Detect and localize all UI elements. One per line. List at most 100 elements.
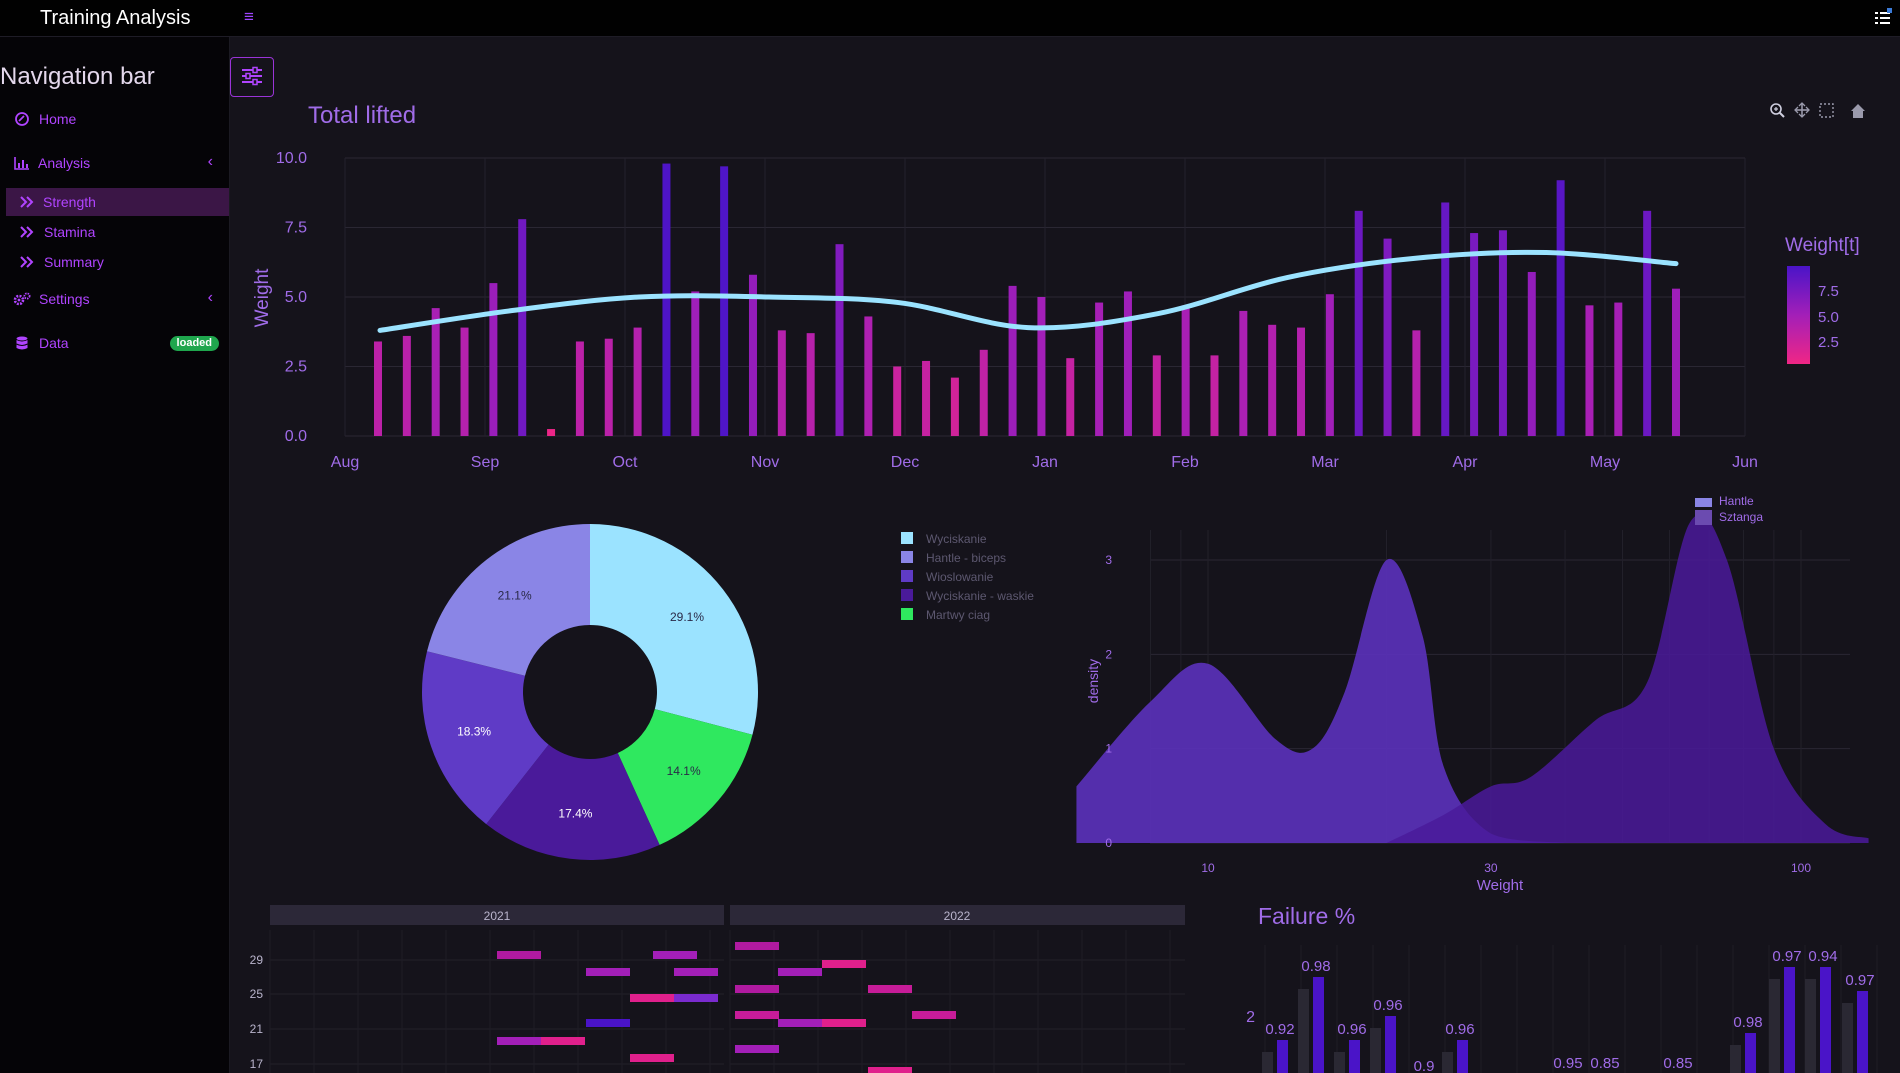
main-content: Total lifted Weight 0.0 2.5 5.0 7.5 10.0 Aug… [250, 102, 1878, 1073]
bar [662, 163, 671, 436]
bar [1585, 305, 1594, 436]
heatmap-cell [735, 1011, 779, 1019]
bar [1527, 271, 1536, 436]
sidebar-item-settings[interactable]: Settings ‹ [0, 285, 229, 313]
list-menu-icon[interactable] [1874, 8, 1892, 26]
legend-label-hantle: Hantle [1719, 494, 1754, 508]
total-lifted-chart: Total lifted Weight 0.0 2.5 5.0 7.5 10.0 Aug… [252, 102, 1865, 471]
bar [1643, 210, 1652, 436]
bar [1412, 330, 1421, 436]
data-label: 0.92 [1265, 1021, 1294, 1038]
data-label: 0.95 [1553, 1055, 1582, 1072]
y-tick-labels: 0.0 2.5 5.0 7.5 10.0 [276, 150, 307, 445]
legend-swatch [901, 589, 913, 601]
chevron-left-icon: ‹ [207, 153, 213, 170]
sidebar-item-strength[interactable]: Strength [6, 188, 229, 216]
sidebar-item-analysis[interactable]: Analysis ‹ [0, 149, 229, 177]
chevron-left-icon: ‹ [207, 289, 213, 306]
database-icon [16, 336, 28, 350]
reset-home-icon[interactable] [1851, 104, 1865, 118]
bar [1556, 180, 1565, 436]
data-label: 0.98 [1301, 958, 1330, 975]
bar [1498, 230, 1507, 436]
colorbar-tick: 5.0 [1818, 309, 1839, 326]
y-tick-label: 1 [1105, 742, 1112, 756]
bar [1805, 979, 1816, 1073]
top-bar: Training Analysis ≡ [0, 0, 1900, 37]
pie-slice-label: 29.1% [670, 610, 704, 624]
bar [835, 244, 844, 436]
heatmap-cell [822, 960, 866, 968]
bar [1268, 324, 1277, 436]
data-label: 0.85 [1590, 1055, 1619, 1072]
heatmap-cell [586, 1019, 630, 1027]
bar [1672, 288, 1680, 436]
pan-icon[interactable] [1794, 102, 1810, 118]
data-label: 0.98 [1733, 1014, 1762, 1031]
bar [518, 219, 527, 436]
data-label: 0.96 [1337, 1021, 1366, 1038]
sidebar-item-summary[interactable]: Summary [6, 248, 229, 276]
heatmap-cell [674, 994, 718, 1002]
bar [1745, 1033, 1756, 1073]
data-label: 0.85 [1663, 1055, 1692, 1072]
sidebar-item-stamina[interactable]: Stamina [6, 218, 229, 246]
bar [1349, 1040, 1360, 1073]
heatmap-cell [630, 994, 674, 1002]
x-tick-label: Dec [891, 454, 919, 471]
chart-bar-icon [14, 157, 29, 170]
bar [1334, 1052, 1345, 1073]
heatmap-cell [778, 1019, 822, 1027]
x-tick-label: Mar [1311, 454, 1339, 471]
x-tick-label: Jan [1032, 454, 1058, 471]
bar [1820, 967, 1831, 1073]
sidebar-item-home[interactable]: Home [0, 105, 229, 133]
heatmap-cell [586, 968, 630, 976]
bar [1008, 285, 1017, 436]
x-tick-label: Jun [1732, 454, 1758, 471]
pie-slice-label: 18.3% [457, 725, 491, 739]
y-tick-label: 29 [250, 953, 264, 967]
pie-slice-label: 14.1% [667, 764, 701, 778]
trend-line [377, 249, 1679, 333]
heatmap-cell [674, 968, 718, 976]
y-tick-label: 0 [1105, 836, 1112, 850]
data-label: 0.97 [1772, 948, 1801, 965]
x-tick-label: Apr [1453, 454, 1479, 471]
heatmap-chart: 2021 2022 29 25 21 17 [250, 905, 1185, 1073]
heatmap-cell [778, 968, 822, 976]
bar [1239, 310, 1248, 436]
legend-swatch [901, 532, 913, 544]
legend-swatch-sztanga [1695, 510, 1712, 525]
bar [1123, 291, 1132, 436]
legend-label: Hantle - biceps [926, 551, 1006, 565]
box-select-icon[interactable] [1819, 103, 1834, 118]
sidebar-item-label: Analysis [38, 155, 91, 171]
bar [1325, 294, 1334, 436]
bar [547, 429, 556, 436]
hamburger-menu-icon[interactable]: ≡ [244, 8, 260, 26]
y-tick-label: 25 [250, 987, 264, 1001]
bar [1297, 327, 1306, 436]
density-legend[interactable]: Hantle Sztanga [1695, 494, 1763, 525]
bar [1262, 1052, 1273, 1073]
chart-title: Total lifted [308, 102, 416, 129]
heatmap-cell [735, 942, 779, 950]
x-tick-label: Nov [751, 454, 779, 471]
y-tick-label: 2.5 [285, 359, 307, 376]
sidebar-item-label: Data [39, 335, 69, 351]
y-axis-label: density [1085, 659, 1101, 703]
x-tick-labels: Aug Sep Oct Nov Dec Jan Feb Mar Apr May Jun [331, 454, 1758, 471]
bar [1313, 977, 1324, 1073]
bar [1730, 1045, 1741, 1073]
heatmap-cell [497, 1037, 541, 1045]
y-tick-label: 2 [1105, 647, 1112, 661]
heatmap-cell [541, 1037, 585, 1045]
pie-legend[interactable]: Wyciskanie Hantle - biceps Wioslowanie Wyci… [901, 532, 1034, 622]
legend-label: Martwy ciag [926, 608, 990, 622]
y-tick-label: 2 [1246, 1009, 1255, 1026]
zoom-icon[interactable] [1770, 103, 1785, 118]
facet-label-2022: 2022 [944, 909, 971, 923]
pie-slice [590, 524, 758, 735]
sidebar-item-data[interactable]: Data loaded [0, 329, 229, 357]
